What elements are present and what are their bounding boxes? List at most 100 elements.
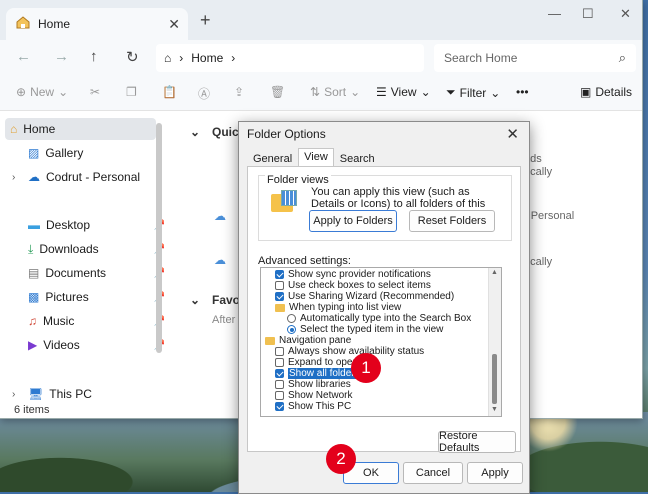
settings-scrollbar[interactable]: ▲ ▼ bbox=[488, 268, 501, 416]
checkbox-unchecked[interactable] bbox=[275, 281, 284, 290]
folder-views-title: Folder views bbox=[265, 174, 331, 186]
reset-folders-button[interactable]: Reset Folders bbox=[409, 210, 495, 232]
sort-button[interactable]: ⇅ Sort ⌄ bbox=[310, 85, 360, 99]
sidebar-item-home[interactable]: ⌂ Home bbox=[5, 118, 156, 140]
details-button[interactable]: ▣ Details bbox=[580, 85, 632, 99]
setting-show-libraries[interactable]: Show libraries bbox=[275, 379, 351, 390]
setting-sharing-wizard[interactable]: Use Sharing Wizard (Recommended) bbox=[275, 291, 454, 302]
sidebar-item-gallery[interactable]: ▨ Gallery bbox=[28, 142, 168, 164]
sidebar-item-pictures[interactable]: ▩Pictures📌 bbox=[28, 286, 168, 308]
checkbox-checked[interactable] bbox=[275, 270, 284, 279]
checkbox-checked[interactable] bbox=[275, 402, 284, 411]
setting-label: Show sync provider notifications bbox=[288, 269, 431, 280]
tab-home[interactable]: Home ✕ bbox=[6, 8, 188, 40]
tab-title: Home bbox=[38, 17, 71, 31]
filter-button[interactable]: ⏷ Filter ⌄ bbox=[446, 85, 500, 100]
status-bar-item-count: 6 items bbox=[14, 404, 50, 416]
close-tab-icon[interactable]: ✕ bbox=[168, 16, 180, 33]
rename-icon[interactable]: Ⓐ bbox=[198, 85, 210, 102]
search-placeholder: Search Home bbox=[444, 51, 518, 65]
scroll-thumb[interactable] bbox=[492, 354, 497, 404]
tab-view[interactable]: View bbox=[298, 148, 334, 167]
setting-show-this-pc[interactable]: Show This PC bbox=[275, 401, 351, 412]
radio-checked[interactable] bbox=[287, 325, 296, 334]
navigation-pane-icon bbox=[265, 336, 275, 345]
setting-label: Use Sharing Wizard (Recommended) bbox=[288, 291, 455, 302]
setting-sync-notifications[interactable]: Show sync provider notifications bbox=[275, 269, 431, 280]
close-icon[interactable]: ✕ bbox=[506, 125, 519, 143]
forward-icon[interactable]: → bbox=[54, 48, 69, 65]
step-1-badge: 1 bbox=[351, 353, 381, 383]
checkbox-unchecked[interactable] bbox=[275, 358, 284, 367]
sidebar-item-downloads[interactable]: ⤓Downloads📌 bbox=[28, 238, 168, 260]
checkbox-unchecked[interactable] bbox=[275, 347, 284, 356]
refresh-icon[interactable]: ↻ bbox=[126, 48, 139, 66]
new-tab-button[interactable]: + bbox=[200, 10, 211, 31]
search-input[interactable]: Search Home ⌕ bbox=[434, 44, 636, 72]
folder-view-icon bbox=[271, 190, 297, 212]
view-button[interactable]: ☰ View ⌄ bbox=[376, 85, 431, 99]
sidebar-item-documents[interactable]: ▤Documents📌 bbox=[28, 262, 168, 284]
cancel-button[interactable]: Cancel bbox=[403, 462, 463, 484]
checkbox-unchecked[interactable] bbox=[275, 380, 284, 389]
restore-defaults-button[interactable]: Restore Defaults bbox=[438, 430, 516, 454]
setting-label: Show libraries bbox=[288, 379, 351, 390]
sidebar-item-videos[interactable]: ▶Videos📌 bbox=[28, 334, 168, 356]
checkbox-checked[interactable] bbox=[275, 369, 284, 378]
sidebar-item-music[interactable]: ♫Music📌 bbox=[28, 310, 168, 332]
sidebar-item-this-pc[interactable]: 🖥 This PC bbox=[28, 383, 168, 405]
chevron-down-icon: ⌄ bbox=[420, 85, 431, 99]
view-label: View bbox=[390, 85, 417, 99]
setting-select-typed-item[interactable]: Select the typed item in the view bbox=[287, 324, 443, 335]
chevron-right-icon[interactable]: › bbox=[12, 389, 15, 400]
new-button[interactable]: ⊕ New ⌄ bbox=[16, 85, 68, 99]
address-segment[interactable]: Home bbox=[191, 51, 223, 65]
cut-icon[interactable]: ✂ bbox=[90, 85, 100, 99]
sidebar-item-label: Desktop bbox=[46, 218, 91, 232]
maximize-icon[interactable]: ☐ bbox=[582, 6, 594, 22]
apply-to-folders-button[interactable]: Apply to Folders bbox=[309, 210, 397, 232]
desktop-icon: ▬ bbox=[28, 218, 40, 232]
radio-unchecked[interactable] bbox=[287, 314, 296, 323]
close-window-icon[interactable]: ✕ bbox=[620, 6, 631, 22]
folder-views-group: Folder views You can apply this view (su… bbox=[258, 174, 512, 241]
sidebar-scrollbar[interactable] bbox=[156, 123, 162, 353]
checkbox-checked[interactable] bbox=[275, 292, 284, 301]
chevron-down-icon[interactable]: ⌄ bbox=[190, 125, 200, 139]
setting-label: Navigation pane bbox=[279, 335, 352, 346]
sidebar-item-onedrive[interactable]: ☁ Codrut - Personal bbox=[28, 166, 168, 188]
setting-availability-status[interactable]: Always show availability status bbox=[275, 346, 424, 357]
chevron-down-icon[interactable]: ⌄ bbox=[190, 293, 200, 307]
setting-label: Show all folders bbox=[288, 368, 361, 379]
folder-group-icon bbox=[275, 303, 285, 312]
sort-label: Sort bbox=[324, 85, 347, 99]
address-box[interactable]: ⌂ › Home › bbox=[156, 44, 424, 72]
home-icon bbox=[16, 16, 30, 32]
share-icon[interactable]: ⇪ bbox=[234, 85, 244, 99]
dialog-title: Folder Options bbox=[247, 127, 326, 141]
chevron-right-icon[interactable]: › bbox=[12, 172, 15, 183]
setting-show-all-folders[interactable]: Show all folders bbox=[275, 368, 361, 379]
delete-icon[interactable]: 🗑 bbox=[270, 85, 285, 99]
copy-icon[interactable]: ❐ bbox=[126, 85, 137, 99]
sidebar-item-label: Documents bbox=[45, 266, 107, 280]
setting-label: Use check boxes to select items bbox=[288, 280, 431, 291]
more-options-button[interactable]: ••• bbox=[516, 85, 529, 99]
setting-type-search-box[interactable]: Automatically type into the Search Box bbox=[287, 313, 471, 324]
back-icon[interactable]: ← bbox=[16, 48, 31, 65]
minimize-icon[interactable]: — bbox=[548, 6, 561, 21]
checkbox-unchecked[interactable] bbox=[275, 391, 284, 400]
group-typing-list-view: When typing into list view bbox=[275, 302, 401, 313]
sidebar-item-desktop[interactable]: ▬Desktop📌 bbox=[28, 214, 168, 236]
up-icon[interactable]: ↑ bbox=[90, 48, 98, 65]
folder-options-dialog: Folder Options ✕ General View Search Fol… bbox=[238, 121, 530, 494]
cloud-icon: ☁ bbox=[28, 170, 40, 184]
apply-button[interactable]: Apply bbox=[467, 462, 523, 484]
setting-label: Show This PC bbox=[288, 401, 352, 412]
paste-icon[interactable]: 📋 bbox=[162, 85, 177, 99]
scroll-down-icon[interactable]: ▼ bbox=[491, 406, 498, 413]
setting-show-network[interactable]: Show Network bbox=[275, 390, 352, 401]
scroll-up-icon[interactable]: ▲ bbox=[491, 269, 498, 276]
advanced-settings-list: Show sync provider notifications Use che… bbox=[260, 267, 502, 417]
setting-check-boxes[interactable]: Use check boxes to select items bbox=[275, 280, 431, 291]
